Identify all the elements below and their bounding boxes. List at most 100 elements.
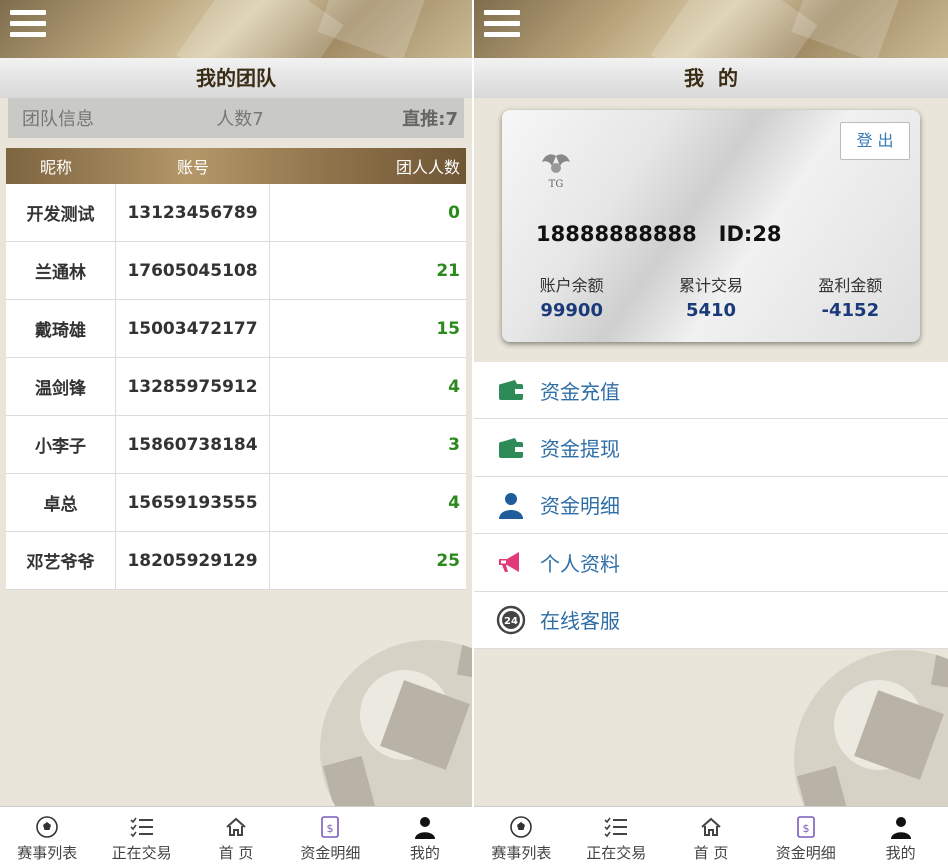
tab-home[interactable]: 首 页 [664,807,759,867]
trade-value: 5410 [685,300,737,321]
tab-label: 资金明细 [775,844,836,862]
svg-text:24: 24 [504,616,518,627]
tab-mine[interactable]: 我的 [853,807,948,867]
team-info-bar: 团队信息 人数7 直推:7 [8,98,464,138]
account-stats: 账户余额 99900 累计交易 5410 盈利金额 -4152 [502,272,920,321]
tab-label: 赛事列表 [491,844,552,862]
menu-item-label: 个人资料 [540,551,620,576]
table-row[interactable]: 戴琦雄 15003472177 15 [6,300,466,358]
tab-fund-details[interactable]: $ 资金明细 [283,807,377,867]
tab-label: 首 页 [218,844,254,862]
table-row[interactable]: 小李子 15860738184 3 [6,416,466,474]
menu-item-online-support[interactable]: 24 在线客服 [474,592,948,649]
trade-label: 累计交易 [678,276,743,295]
bottom-tab-bar: 赛事列表 正在交易 首 页 $ 资金明细 我的 [0,806,472,867]
tab-label: 赛事列表 [17,844,78,862]
checklist-icon [569,815,664,839]
team-screen: 我的团队 团队信息 人数7 直推:7 昵称 账号 团人人数 开发测试 13123… [0,0,472,867]
tab-fund-details[interactable]: $ 资金明细 [758,807,853,867]
support-24-icon: 24 [496,605,526,635]
mine-screen: 我 的 登 出 TG 18888888888 ID:28 账户余额 99900 … [474,0,948,867]
svg-text:$: $ [327,822,334,835]
row-count: 21 [436,260,460,281]
menu-item-label: 资金充值 [540,379,620,404]
row-nickname: 温剑锋 [6,358,116,415]
header-nickname: 昵称 [39,158,72,177]
row-nickname: 戴琦雄 [6,300,116,357]
row-account: 13285975912 [116,358,270,415]
home-icon [189,815,283,839]
user-icon [496,490,526,520]
soccer-ball-icon [0,815,94,839]
table-row[interactable]: 兰通林 17605045108 21 [6,242,466,300]
row-nickname: 邓艺爷爷 [6,532,116,589]
row-count: 4 [448,376,460,397]
page-title: 我的团队 [0,58,472,98]
tab-match-list[interactable]: 赛事列表 [0,807,94,867]
svg-text:$: $ [802,822,809,835]
header-banner [474,0,948,58]
soccer-ball-icon [474,815,569,839]
tab-label: 正在交易 [586,844,647,862]
tab-label: 我的 [885,844,916,862]
tab-label: 正在交易 [111,844,172,862]
home-icon [664,815,759,839]
row-account: 17605045108 [116,242,270,299]
row-count: 3 [448,434,460,455]
menu-item-profile[interactable]: 个人资料 [474,534,948,592]
team-member-count: 人数7 [216,109,264,130]
profit-value: -4152 [821,300,880,321]
row-account: 15860738184 [116,416,270,473]
tg-emblem-logo: TG [536,150,576,190]
table-row[interactable]: 卓总 15659193555 4 [6,474,466,532]
menu-item-deposit[interactable]: 资金充值 [474,362,948,420]
row-count: 0 [448,202,460,223]
team-table: 昵称 账号 团人人数 开发测试 13123456789 0 兰通林 176050… [6,148,466,590]
account-phone-and-id: 18888888888 ID:28 [536,222,782,246]
tab-match-list[interactable]: 赛事列表 [474,807,569,867]
tab-mine[interactable]: 我的 [378,807,472,867]
menu-item-fund-details[interactable]: 资金明细 [474,477,948,535]
row-account: 18205929129 [116,532,270,589]
tab-label: 我的 [409,844,440,862]
account-card: 登 出 TG 18888888888 ID:28 账户余额 99900 累计交易… [502,110,920,342]
money-doc-icon: $ [283,815,377,839]
money-doc-icon: $ [758,815,853,839]
row-account: 13123456789 [116,184,270,241]
row-nickname: 开发测试 [6,184,116,241]
row-account: 15659193555 [116,474,270,531]
profit-label: 盈利金额 [818,276,883,295]
balance-label: 账户余额 [539,276,604,295]
tab-trading[interactable]: 正在交易 [94,807,188,867]
wallet-icon [496,375,526,405]
table-row[interactable]: 温剑锋 13285975912 4 [6,358,466,416]
tab-trading[interactable]: 正在交易 [569,807,664,867]
tab-label: 首 页 [693,844,729,862]
table-row[interactable]: 邓艺爷爷 18205929129 25 [6,532,466,590]
header-account: 账号 [176,158,209,177]
menu-item-withdraw[interactable]: 资金提现 [474,419,948,477]
account-phone: 18888888888 [536,222,697,246]
row-nickname: 小李子 [6,416,116,473]
logout-button[interactable]: 登 出 [840,122,910,160]
balance-stat: 账户余额 99900 [502,272,641,321]
row-nickname: 卓总 [6,474,116,531]
hamburger-menu-icon[interactable] [10,10,46,44]
megaphone-icon [496,547,526,577]
profit-stat: 盈利金额 -4152 [781,272,920,321]
table-header: 昵称 账号 团人人数 [6,148,466,184]
svg-text:TG: TG [549,179,564,190]
hamburger-menu-icon[interactable] [484,10,520,44]
wallet-icon [496,433,526,463]
table-row[interactable]: 开发测试 13123456789 0 [6,184,466,242]
row-nickname: 兰通林 [6,242,116,299]
team-info-label: 团队信息 [22,109,94,130]
tab-home[interactable]: 首 页 [189,807,283,867]
trade-stat: 累计交易 5410 [641,272,780,321]
row-count: 15 [436,318,460,339]
account-menu: 资金充值 资金提现 资金明细 个人资料 24 在线客服 [474,362,948,649]
row-count: 4 [448,492,460,513]
balance-value: 99900 [540,300,603,321]
row-account: 15003472177 [116,300,270,357]
menu-item-label: 资金明细 [540,494,620,519]
